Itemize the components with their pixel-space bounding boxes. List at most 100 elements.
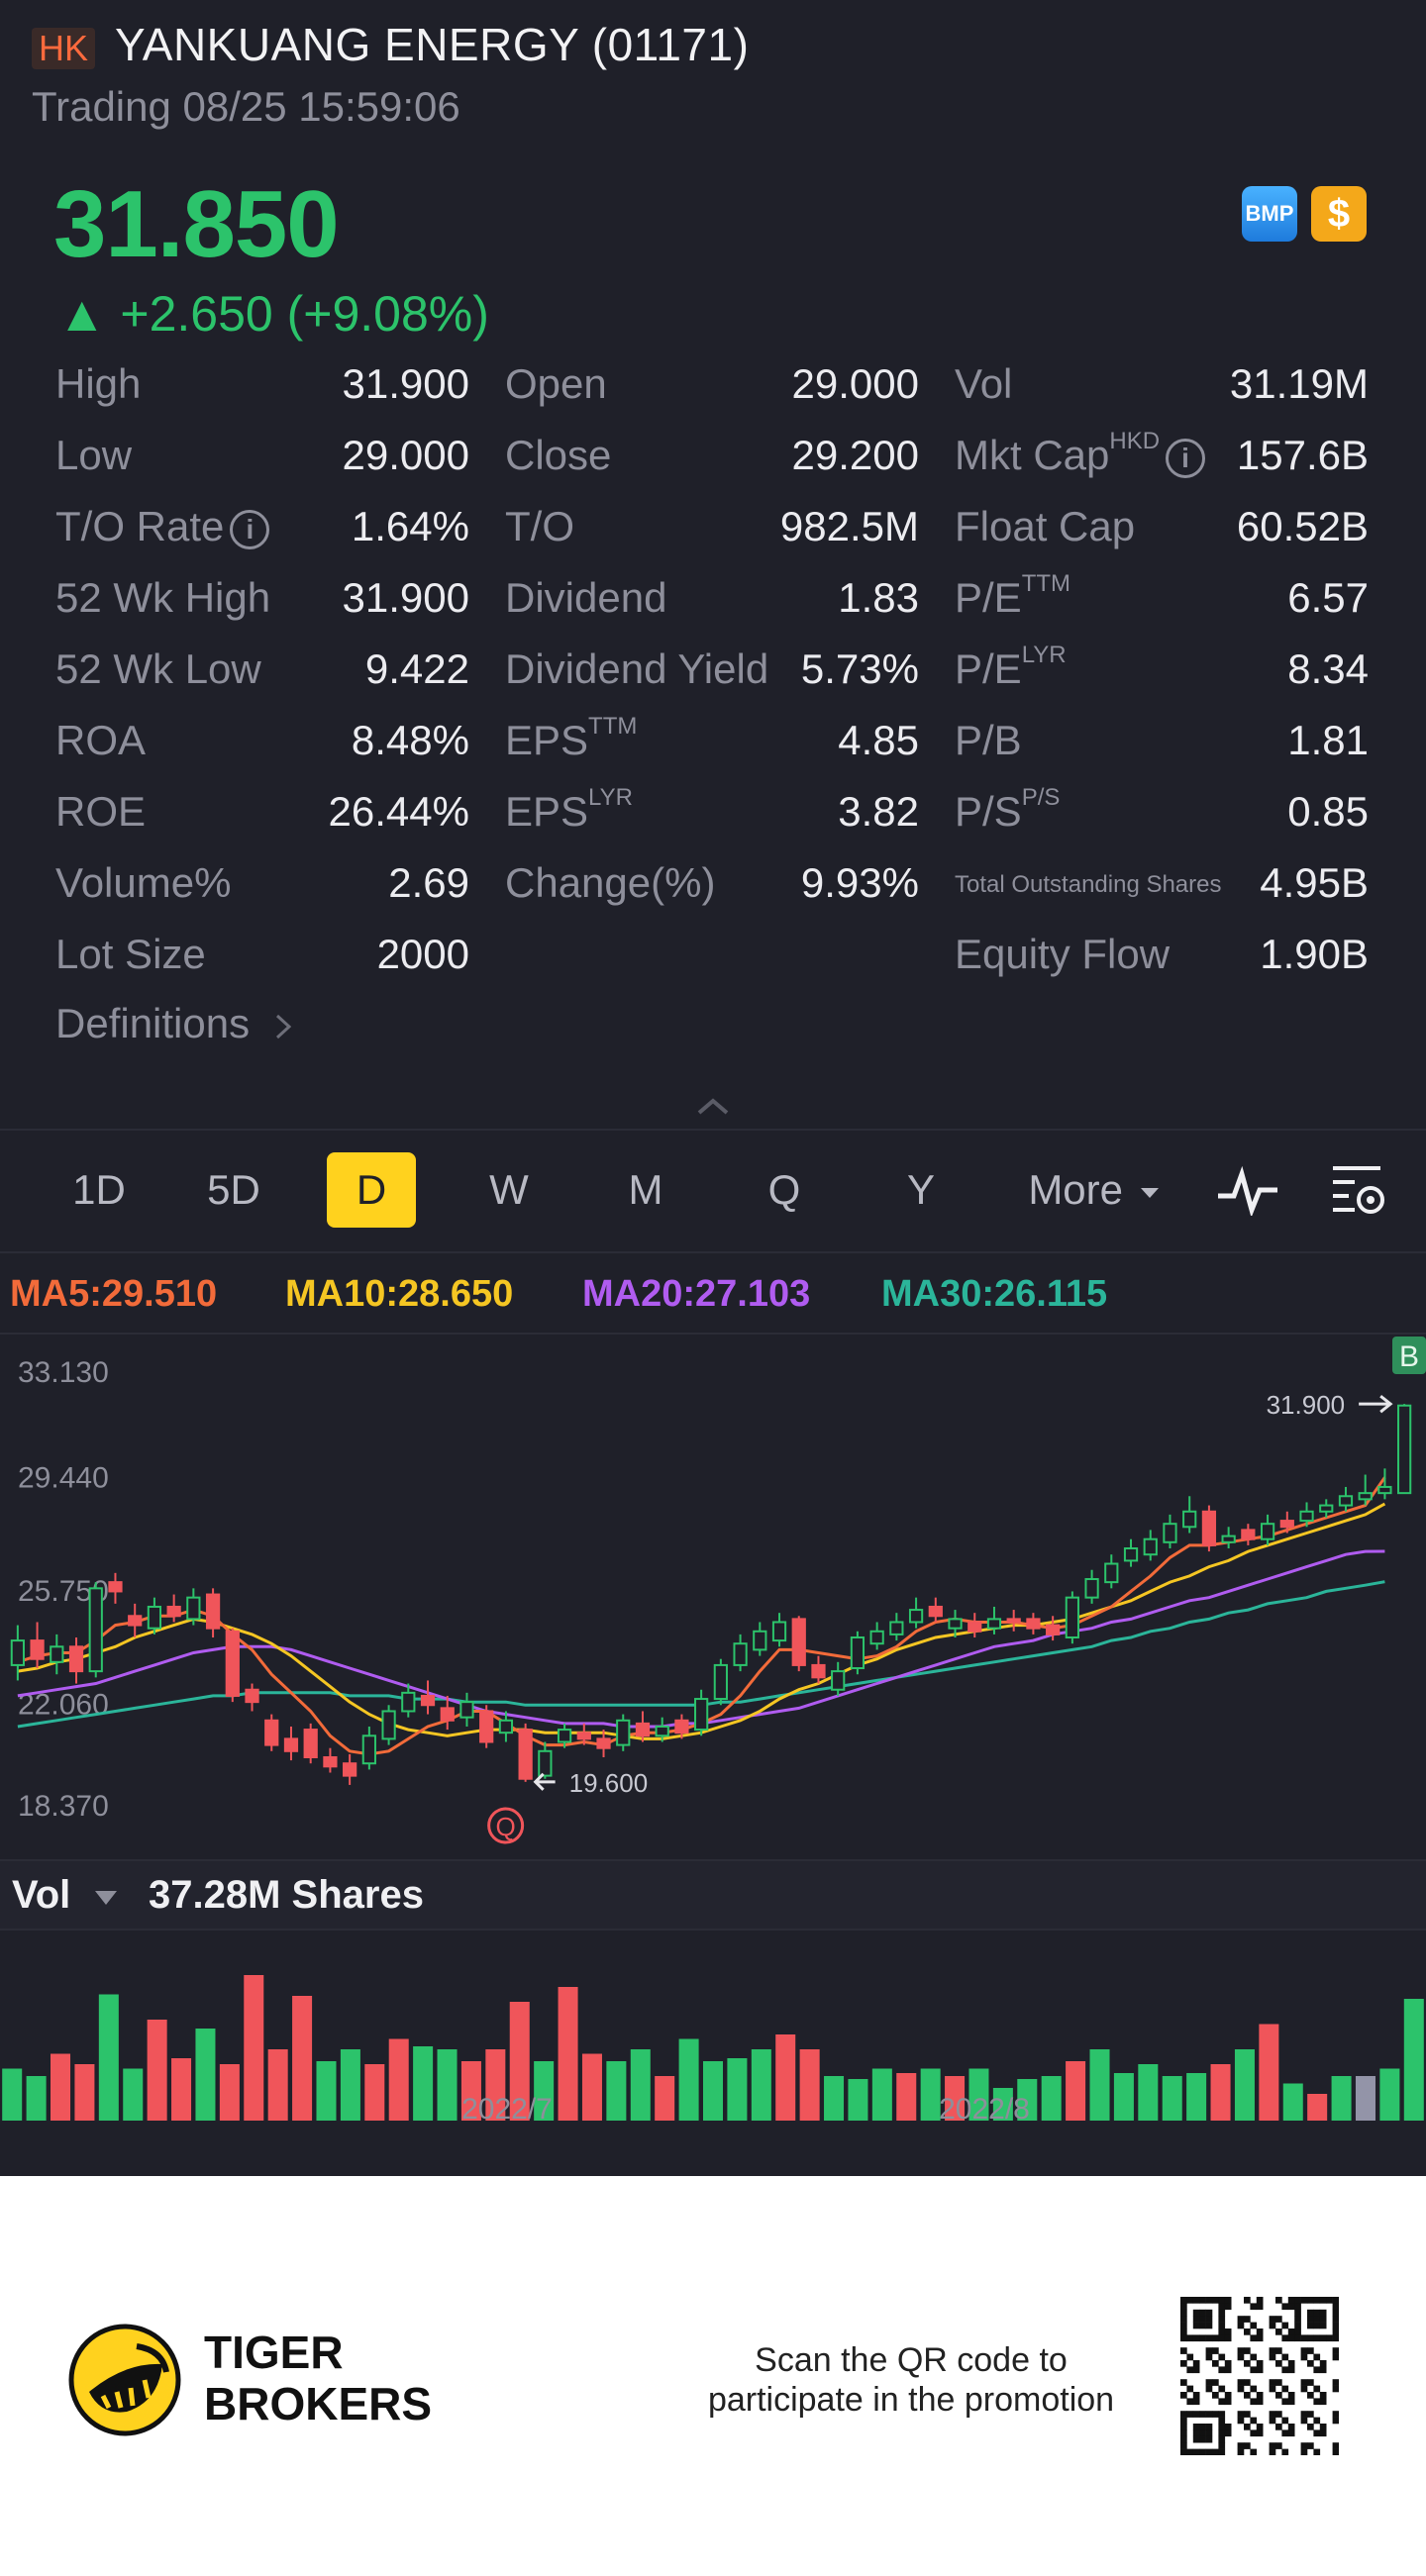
- dollar-icon[interactable]: $: [1311, 186, 1367, 242]
- volume-bar: [51, 2053, 71, 2121]
- qr-module: [1218, 2417, 1226, 2425]
- qr-module: [1199, 2448, 1206, 2455]
- qr-module: [1300, 2353, 1308, 2361]
- qr-module: [1275, 2411, 1282, 2418]
- qr-module: [1275, 2424, 1282, 2430]
- qr-module: [1180, 2297, 1187, 2304]
- chevron-up-icon[interactable]: [693, 1091, 733, 1121]
- indicator-icon[interactable]: [1216, 1166, 1279, 1216]
- tab-5d[interactable]: 5D: [194, 1152, 273, 1228]
- candle: [128, 1603, 143, 1637]
- chart-settings-icon[interactable]: [1329, 1160, 1388, 1220]
- candle-body: [361, 1734, 376, 1765]
- tab-m[interactable]: M: [606, 1152, 685, 1228]
- stat-label-text: P/B: [955, 717, 1022, 763]
- qr-module: [1332, 2303, 1339, 2311]
- qr-module: [1192, 2411, 1200, 2418]
- qr-module: [1275, 2442, 1282, 2449]
- qr-module: [1313, 2448, 1321, 2455]
- bmp-icon[interactable]: BMP: [1242, 186, 1297, 242]
- qr-module: [1256, 2303, 1264, 2311]
- tab-1d[interactable]: 1D: [59, 1152, 139, 1228]
- qr-module: [1212, 2448, 1219, 2455]
- qr-module: [1269, 2448, 1276, 2455]
- stat-value: 4.85: [838, 717, 919, 763]
- qr-module: [1287, 2328, 1295, 2335]
- candle: [108, 1572, 123, 1604]
- qr-module: [1332, 2448, 1339, 2455]
- tab-d[interactable]: D: [327, 1152, 416, 1228]
- candle-body: [1241, 1529, 1256, 1540]
- promo-text: Scan the QR code to participate in the p…: [707, 2341, 1115, 2419]
- candle: [869, 1622, 884, 1650]
- qr-module: [1244, 2442, 1251, 2449]
- stat-label: Dividend Yield: [505, 645, 768, 693]
- candle-body: [1006, 1618, 1021, 1624]
- qr-module: [1218, 2316, 1226, 2323]
- qr-module: [1199, 2435, 1206, 2443]
- qr-module: [1186, 2297, 1194, 2304]
- qr-module: [1313, 2417, 1321, 2425]
- tab-more[interactable]: More: [1020, 1152, 1169, 1228]
- info-icon[interactable]: i: [1166, 438, 1206, 478]
- candle: [264, 1714, 279, 1751]
- candle-body: [713, 1663, 728, 1701]
- volume-caret-icon[interactable]: [95, 1891, 117, 1905]
- market-badge: HK: [32, 28, 95, 69]
- stat-label: Volume%: [55, 859, 231, 907]
- stat-label: Float Cap: [955, 503, 1135, 550]
- qr-module: [1307, 2347, 1314, 2354]
- volume-bar: [123, 2068, 144, 2121]
- candle: [811, 1655, 826, 1684]
- qr-module: [1212, 2347, 1219, 2354]
- definitions-link[interactable]: Definitions: [55, 1000, 295, 1047]
- volume-bar: [195, 2029, 216, 2121]
- chevron-right-icon: [275, 1014, 292, 1040]
- qr-module: [1332, 2297, 1339, 2304]
- candle-body: [1201, 1510, 1217, 1546]
- qr-module: [1256, 2392, 1264, 2399]
- qr-module: [1205, 2379, 1213, 2386]
- qr-module: [1218, 2297, 1226, 2304]
- candle: [1201, 1505, 1217, 1552]
- candle-body: [635, 1722, 651, 1737]
- stats-grid: High 31.900 Open 29.000 Vol 31.19M Low 29.000 Cl…: [55, 360, 1369, 1002]
- qr-module: [1186, 2385, 1194, 2393]
- volume-bar: [558, 1987, 578, 2121]
- qr-module: [1275, 2316, 1282, 2323]
- candle-body: [908, 1609, 924, 1624]
- candle-body: [88, 1587, 103, 1673]
- stat-value: 26.44%: [328, 788, 469, 835]
- candle-body: [850, 1635, 866, 1670]
- qr-code[interactable]: [1180, 2297, 1339, 2455]
- qr-module: [1192, 2392, 1200, 2399]
- qr-module: [1192, 2316, 1200, 2323]
- qr-module: [1218, 2385, 1226, 2393]
- stat-label: Dividend: [505, 574, 666, 622]
- candlestick-chart[interactable]: 33.13029.44025.75022.06018.37031.900B19.…: [0, 1335, 1426, 1859]
- info-icon[interactable]: i: [230, 509, 270, 549]
- qr-module: [1224, 2424, 1232, 2430]
- candle: [1260, 1514, 1275, 1545]
- candle-body: [655, 1725, 669, 1737]
- qr-module: [1313, 2353, 1321, 2361]
- volume-bar: [775, 2034, 796, 2121]
- qr-module: [1313, 2322, 1321, 2329]
- qr-module: [1186, 2366, 1194, 2374]
- candle: [1123, 1538, 1139, 1567]
- volume-chart[interactable]: 2022/7 2022/8: [0, 1931, 1426, 2129]
- tab-more-label: More: [1028, 1166, 1124, 1213]
- tab-y[interactable]: Y: [881, 1152, 961, 1228]
- tab-q[interactable]: Q: [745, 1152, 824, 1228]
- qr-module: [1180, 2316, 1187, 2323]
- candle-body: [166, 1605, 181, 1618]
- tab-w[interactable]: W: [469, 1152, 549, 1228]
- qr-module: [1300, 2334, 1308, 2342]
- qr-module: [1275, 2347, 1282, 2354]
- volume-bar: [437, 2049, 458, 2121]
- candle: [186, 1588, 201, 1626]
- stat-label-text: P/E: [955, 645, 1022, 692]
- candle-body: [771, 1621, 787, 1642]
- qr-module: [1244, 2328, 1251, 2335]
- volume-label[interactable]: Vol: [12, 1873, 70, 1918]
